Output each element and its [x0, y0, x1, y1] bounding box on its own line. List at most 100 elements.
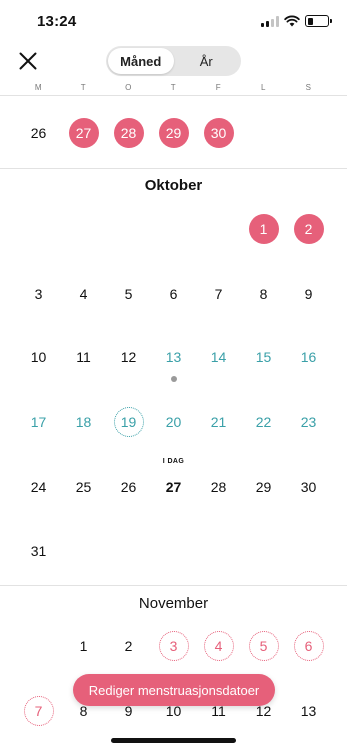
tab-month[interactable]: Måned — [108, 48, 174, 74]
day-period[interactable]: 27 — [68, 118, 99, 148]
day[interactable]: 7 — [204, 279, 234, 309]
day-predicted[interactable]: 3 — [158, 631, 189, 661]
day-fertile[interactable]: 14 — [204, 342, 234, 372]
day-fertile[interactable]: 15 — [249, 342, 279, 372]
week-row: 12 — [16, 214, 331, 244]
day[interactable]: 9 — [294, 279, 324, 309]
day-cell: 1 — [61, 631, 106, 661]
day[interactable]: 26 — [114, 472, 144, 502]
day-predicted[interactable]: 6 — [293, 631, 324, 661]
day-period[interactable]: 28 — [113, 118, 144, 148]
day-cell — [241, 536, 286, 566]
day-cell: 30 — [286, 472, 331, 502]
day[interactable]: 2 — [114, 631, 144, 661]
day-cell: 30 — [196, 118, 241, 148]
header-divider — [0, 95, 347, 96]
month-divider — [0, 585, 347, 586]
day-cell: 7 — [16, 696, 61, 726]
day-fertile[interactable]: 23 — [294, 407, 324, 437]
close-button[interactable] — [14, 47, 42, 75]
day-cell: 24 — [16, 472, 61, 502]
day[interactable]: 13 — [294, 696, 324, 726]
day[interactable]: 6 — [159, 279, 189, 309]
day-cell — [61, 536, 106, 566]
week-row: 123456 — [16, 631, 331, 661]
day-cell: 22 — [241, 407, 286, 437]
day-cell: 8 — [241, 279, 286, 309]
month-title-november: November — [138, 595, 209, 612]
day-cell: 5 — [106, 279, 151, 309]
day-predicted[interactable]: 7 — [23, 696, 54, 726]
day-cell — [151, 214, 196, 244]
day[interactable]: 4 — [69, 279, 99, 309]
day-cell: 4 — [196, 631, 241, 661]
day-predicted[interactable]: 5 — [248, 631, 279, 661]
day[interactable]: 11 — [69, 342, 99, 372]
day[interactable]: 24 — [24, 472, 54, 502]
day[interactable]: 30 — [294, 472, 324, 502]
day-period[interactable]: 1 — [248, 214, 279, 244]
day-cell: 7 — [196, 279, 241, 309]
day-cell — [241, 118, 286, 148]
weekday-label: S — [305, 83, 312, 92]
day-fertile[interactable]: 18 — [69, 407, 99, 437]
day-period[interactable]: 30 — [203, 118, 234, 148]
day[interactable]: 31 — [24, 536, 54, 566]
weekday-label: O — [125, 83, 132, 92]
tab-year[interactable]: År — [174, 48, 240, 74]
day-cell — [196, 536, 241, 566]
day-cell: 23 — [286, 407, 331, 437]
day-cell: 26 — [106, 472, 151, 502]
weekday-label: F — [215, 83, 222, 92]
battery-icon — [305, 15, 332, 27]
weekday-header: M T O T F L S — [0, 83, 347, 95]
day[interactable]: 5 — [114, 279, 144, 309]
day-period[interactable]: 29 — [158, 118, 189, 148]
status-icons — [261, 15, 332, 27]
day-cell — [61, 214, 106, 244]
week-row: 17 18 19 20 21 22 23 — [16, 407, 331, 437]
day-today[interactable]: 27 — [159, 472, 189, 502]
day-cell: 27 — [61, 118, 106, 148]
day[interactable]: 12 — [114, 342, 144, 372]
day[interactable]: 28 — [204, 472, 234, 502]
week-row: 31 — [16, 536, 331, 566]
day[interactable]: 8 — [249, 279, 279, 309]
day[interactable]: 3 — [24, 279, 54, 309]
status-bar: 13:24 — [0, 0, 347, 44]
day-cell — [196, 214, 241, 244]
day-cell — [106, 214, 151, 244]
day-cell: 5 — [241, 631, 286, 661]
weekday-label: T — [170, 83, 177, 92]
day-fertile[interactable]: 16 — [294, 342, 324, 372]
day[interactable]: 29 — [249, 472, 279, 502]
day-ovulation[interactable]: 19 — [113, 407, 144, 437]
day-period[interactable]: 2 — [293, 214, 324, 244]
day-cell: 21 — [196, 407, 241, 437]
day-cell — [286, 118, 331, 148]
day-predicted[interactable]: 4 — [203, 631, 234, 661]
day-cell: 6 — [286, 631, 331, 661]
day-fertile[interactable]: 22 — [249, 407, 279, 437]
day[interactable]: 25 — [69, 472, 99, 502]
day-cell: 11 — [61, 342, 106, 372]
day-fertile[interactable]: 21 — [204, 407, 234, 437]
weekday-label: M — [34, 83, 43, 92]
day-cell: 12 — [106, 342, 151, 372]
day-cell: 17 — [16, 407, 61, 437]
day-cell: 9 — [286, 279, 331, 309]
day[interactable]: 26 — [24, 118, 54, 148]
day-cell: 29 — [151, 118, 196, 148]
day-cell — [16, 214, 61, 244]
day-fertile[interactable]: 20 — [159, 407, 189, 437]
edit-period-dates-button[interactable]: Rediger menstruasjonsdatoer — [73, 674, 275, 706]
day-cell: 20 — [151, 407, 196, 437]
day[interactable]: 10 — [24, 342, 54, 372]
day-fertile[interactable]: 17 — [24, 407, 54, 437]
day-cell: 2 — [106, 631, 151, 661]
day-cell: 25 — [61, 472, 106, 502]
day-fertile[interactable]: 13 — [159, 342, 189, 372]
week-row: 24 25 26 I DAG 27 28 29 30 — [16, 458, 331, 502]
day[interactable]: 1 — [69, 631, 99, 661]
day-cell: 28 — [106, 118, 151, 148]
